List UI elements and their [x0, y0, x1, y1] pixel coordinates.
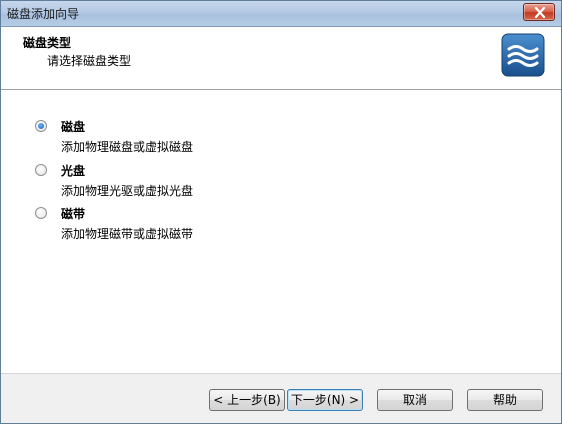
waves-logo-icon [501, 33, 545, 77]
radio-tape[interactable] [35, 207, 47, 219]
option-label: 磁带 [61, 207, 86, 221]
page-subtitle: 请选择磁盘类型 [47, 54, 132, 68]
radio-optical[interactable] [35, 164, 47, 176]
wizard-header: 磁盘类型 请选择磁盘类型 [1, 27, 561, 90]
wizard-footer: < 上一步(B) 下一步(N) > 取消 帮助 [1, 373, 561, 423]
help-button[interactable]: 帮助 [467, 389, 543, 411]
close-button[interactable] [523, 3, 555, 21]
radio-disk[interactable] [35, 120, 47, 132]
next-button[interactable]: 下一步(N) > [287, 389, 363, 411]
window-title: 磁盘添加向导 [7, 7, 80, 21]
option-label: 光盘 [61, 164, 86, 178]
wizard-window: 磁盘添加向导 磁盘类型 请选择磁盘类型 磁盘 添加物理磁盘或虚拟磁盘 光盘 添加… [0, 0, 562, 424]
option-description: 添加物理磁带或虚拟磁带 [61, 227, 194, 241]
title-bar[interactable]: 磁盘添加向导 [1, 1, 561, 27]
option-description: 添加物理磁盘或虚拟磁盘 [61, 140, 194, 154]
back-button[interactable]: < 上一步(B) [209, 389, 285, 411]
page-title: 磁盘类型 [23, 36, 72, 50]
wizard-content: 磁盘 添加物理磁盘或虚拟磁盘 光盘 添加物理光驱或虚拟光盘 磁带 添加物理磁带或… [1, 90, 561, 373]
cancel-button[interactable]: 取消 [377, 389, 453, 411]
option-label: 磁盘 [61, 120, 86, 134]
close-icon [534, 7, 546, 18]
option-description: 添加物理光驱或虚拟光盘 [61, 184, 194, 198]
